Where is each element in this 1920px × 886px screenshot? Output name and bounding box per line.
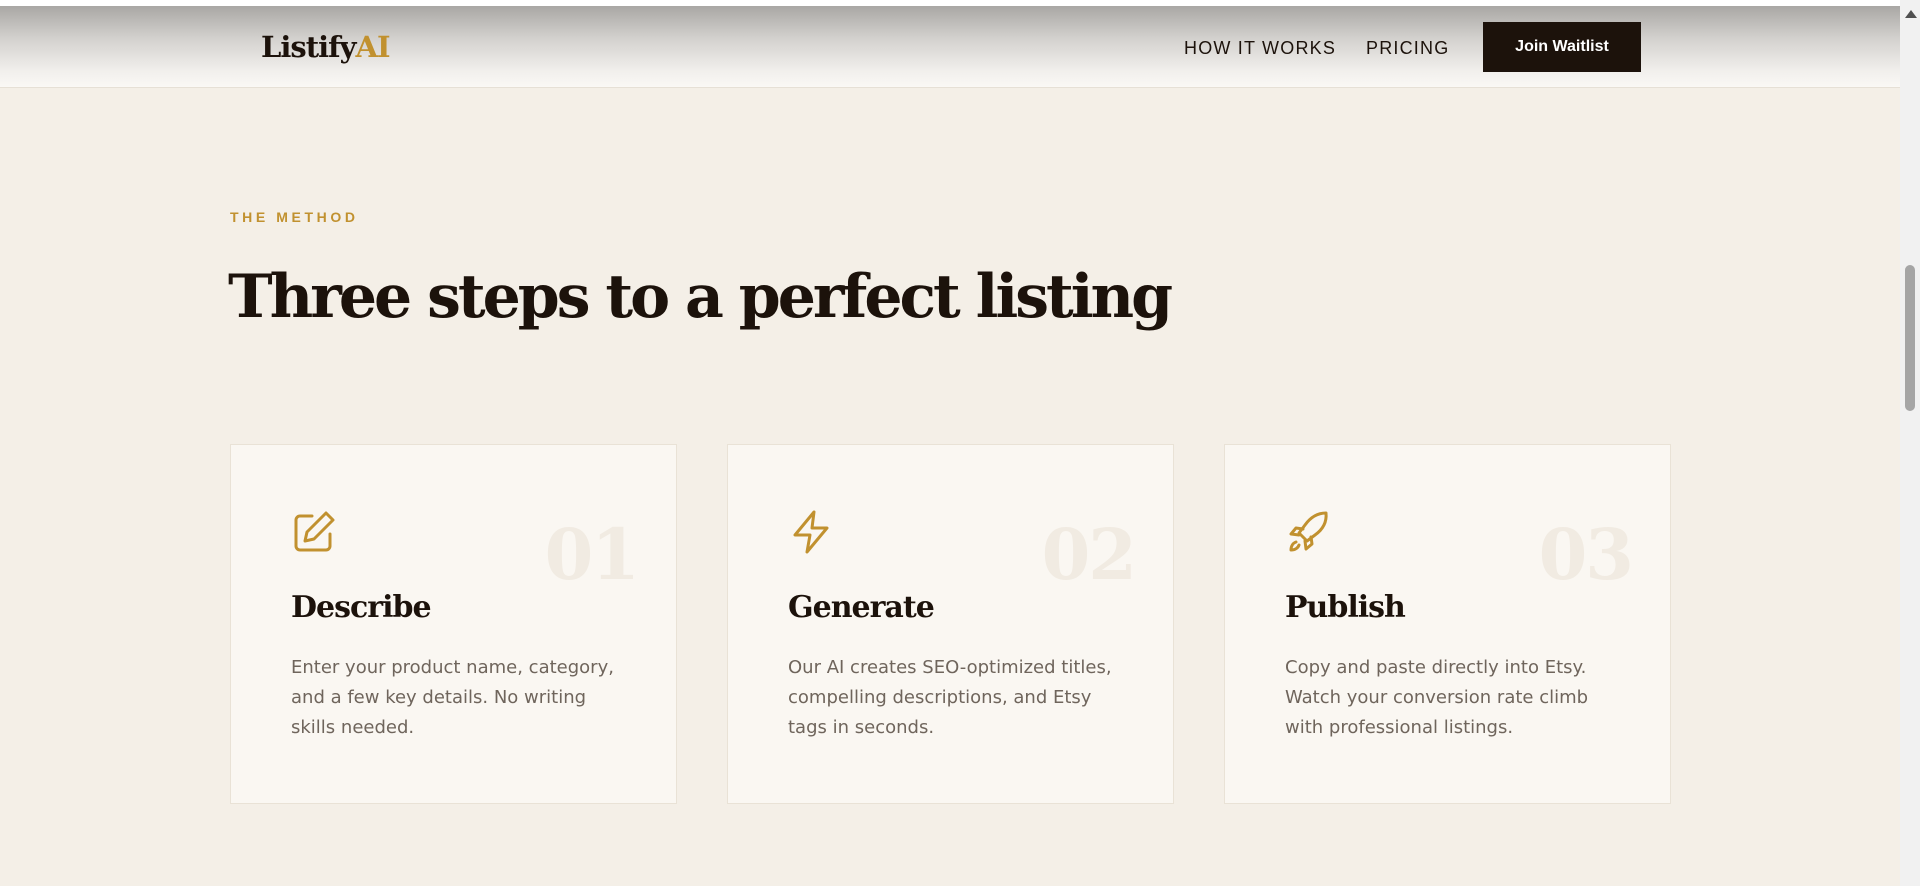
step-card-describe: 01 Describe Enter your product name, cat… (230, 444, 677, 804)
step-number: 02 (1041, 513, 1137, 596)
nav-link-how-it-works[interactable]: HOW IT WORKS (1184, 38, 1336, 59)
scrollbar-thumb[interactable] (1905, 265, 1915, 411)
step-number: 03 (1538, 513, 1634, 596)
step-card-generate: 02 Generate Our AI creates SEO-optimized… (727, 444, 1174, 804)
logo[interactable]: ListifyAI (261, 30, 391, 64)
step-description: Our AI creates SEO-optimized titles, com… (788, 657, 1112, 738)
step-title: Generate (788, 590, 935, 625)
navbar: ListifyAI HOW IT WORKS PRICING Join Wait… (0, 6, 1900, 88)
scroll-up-arrow-icon[interactable] (1905, 10, 1917, 18)
section-title: Three steps to a perfect listing (228, 262, 1173, 332)
rocket-icon (1284, 508, 1332, 556)
step-title: Publish (1285, 590, 1406, 625)
lightning-icon (787, 508, 835, 556)
step-description: Enter your product name, category, and a… (291, 657, 614, 738)
join-waitlist-button[interactable]: Join Waitlist (1483, 22, 1641, 72)
nav-link-pricing[interactable]: PRICING (1366, 38, 1449, 59)
step-title: Describe (291, 590, 432, 625)
page-scrollbar[interactable] (1900, 0, 1920, 886)
step-description: Copy and paste directly into Etsy. Watch… (1285, 657, 1589, 738)
step-card-publish: 03 Publish Copy and paste directly into … (1224, 444, 1671, 804)
step-number: 01 (544, 513, 640, 596)
logo-main-text: Listify (261, 30, 356, 64)
section-eyebrow: THE METHOD (230, 209, 359, 225)
edit-icon (290, 508, 338, 556)
logo-accent-text: AI (355, 30, 390, 64)
